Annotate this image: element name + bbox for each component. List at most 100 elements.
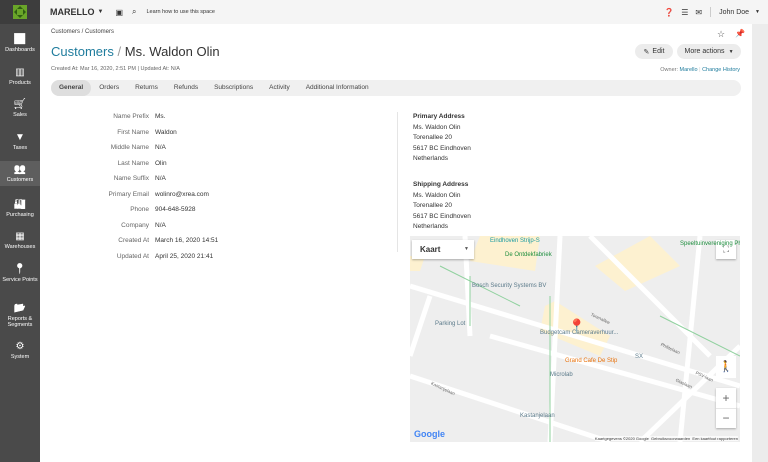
breadcrumb[interactable]: Customers / Customers — [51, 29, 114, 35]
chevron-down-icon: ▼ — [464, 246, 469, 252]
field-label: Phone — [130, 206, 149, 213]
owner-link[interactable]: Marello — [680, 67, 698, 73]
sidebar-item-system[interactable]: ⚙ System — [0, 338, 40, 363]
tab-additional-information[interactable]: Additional Information — [298, 80, 377, 96]
map-label[interactable]: Bosch Security Systems BV — [472, 283, 546, 289]
edit-label: Edit — [652, 48, 665, 55]
map[interactable]: Kaart ▼ ⛶ 🚶 + − 📍 Eindhoven Strijp-S De On… — [410, 236, 740, 442]
map-terms-link[interactable]: Gebruiksvoorwaarden — [651, 436, 690, 441]
change-history-link[interactable]: Change History — [702, 67, 740, 73]
barcode-icon: ▥ — [15, 67, 25, 78]
map-label[interactable]: SX — [635, 354, 643, 360]
title-separator: / — [117, 44, 122, 59]
address-line: Ms. Waldon Olin — [413, 123, 461, 131]
tab-refunds[interactable]: Refunds — [166, 80, 206, 96]
list-icon[interactable]: ☰ — [681, 8, 688, 17]
owner-info: Owner: Marello | Change History — [660, 67, 740, 73]
field-value: Olin — [155, 159, 167, 167]
customers-link[interactable]: Customers — [51, 44, 114, 59]
zoom-out-button[interactable]: − — [716, 408, 736, 428]
field-label: Created At — [118, 237, 149, 244]
field-label: Name Prefix — [113, 113, 149, 120]
field-value: N/A — [155, 144, 166, 151]
field-value: April 25, 2020 21:41 — [155, 252, 214, 260]
address-line: Netherlands — [413, 223, 449, 230]
zoom-controls: + − — [716, 388, 736, 428]
page-title: Customers / Ms. Waldon Olin — [51, 44, 220, 59]
sidebar-item-label: Warehouses — [4, 244, 36, 250]
brand-menu[interactable]: MARELLO — [50, 7, 95, 17]
sidebar-item-label: Dashboards — [5, 47, 35, 53]
folder-icon: 📂 — [13, 303, 27, 314]
address-line: Torenallee 20 — [413, 202, 453, 209]
main-content: Customers / Customers Customers / Ms. Wa… — [40, 24, 752, 462]
address-line: 5617 BC Eindhoven — [413, 212, 471, 220]
address-line: Torenallee 20 — [413, 134, 453, 141]
owner-label: Owner: — [660, 67, 678, 73]
field-label: Company — [121, 221, 149, 229]
top-bar: MARELLO ▼ ▣ ⌕ Learn how to use this spac… — [40, 0, 768, 24]
mail-icon[interactable]: ✉ — [695, 8, 702, 17]
field-label: Last Name — [117, 159, 149, 167]
edit-button[interactable]: ✎ Edit — [635, 44, 673, 59]
map-label[interactable]: Parking Lot — [435, 321, 465, 327]
sidebar-item-dashboards[interactable]: 📊 Dashboards — [0, 31, 40, 56]
tab-orders[interactable]: Orders — [91, 80, 127, 96]
zoom-in-button[interactable]: + — [716, 388, 736, 408]
sidebar-item-label: System — [10, 354, 30, 360]
more-actions-label: More actions — [684, 48, 725, 55]
map-label[interactable]: Microlab — [550, 372, 573, 378]
map-label[interactable]: De Ontdekfabriek — [505, 252, 552, 258]
sidebar-item-reports-segments[interactable]: 📂 Reports & Segments — [0, 300, 40, 331]
map-label[interactable]: Kastanjelaan — [520, 413, 555, 419]
sidebar-item-products[interactable]: ▥ Products — [0, 64, 40, 89]
tab-general[interactable]: General — [51, 80, 92, 96]
map-roads — [410, 236, 740, 442]
map-label[interactable]: Grand Cafe De Stip — [565, 358, 617, 364]
tab-subscriptions[interactable]: Subscriptions — [206, 80, 261, 96]
tab-returns[interactable]: Returns — [127, 80, 166, 96]
marello-logo-icon — [13, 5, 27, 19]
image-icon[interactable]: ▣ — [115, 8, 123, 17]
address-line: 5617 BC Eindhoven — [413, 144, 471, 152]
field-value: March 16, 2020 14:51 — [155, 237, 219, 244]
primary-address: Primary Address Ms. Waldon Olin Torenallee… — [413, 112, 471, 165]
logo[interactable] — [0, 0, 40, 24]
cart-icon: 🛒 — [13, 99, 27, 110]
chevron-down-icon[interactable]: ▼ — [98, 9, 104, 15]
street-view-pegman-icon[interactable]: 🚶 — [716, 356, 736, 378]
star-icon[interactable]: ☆ — [717, 29, 725, 40]
sidebar-item-label: Sales — [13, 112, 27, 118]
field-label: Updated At — [116, 252, 149, 260]
sidebar-item-label: Service Points — [2, 277, 38, 283]
chevron-down-icon[interactable]: ▼ — [755, 9, 760, 15]
help-link[interactable]: Learn how to use this space — [147, 9, 216, 15]
customer-name: Ms. Waldon Olin — [124, 44, 220, 59]
field-label: Primary Email — [108, 190, 149, 198]
tab-bar: General Orders Returns Refunds Subscriptions… — [51, 80, 741, 96]
scrollbar[interactable] — [752, 24, 768, 462]
search-icon[interactable]: ⌕ — [132, 7, 136, 17]
map-label[interactable]: Eindhoven Strijp-S — [490, 238, 540, 244]
field-value: 904-648-5928 — [155, 206, 196, 213]
pin-icon[interactable]: 📌 — [735, 29, 745, 38]
help-icon[interactable]: ❓ — [664, 8, 674, 17]
map-data-credit: Kaartgegevens ©2020 Google — [594, 436, 649, 441]
map-type-select[interactable]: Kaart ▼ — [412, 240, 474, 259]
chevron-down-icon: ▼ — [728, 48, 734, 55]
column-divider — [397, 112, 398, 252]
sidebar-item-label: Taxes — [12, 145, 28, 151]
field-value: wolinro@xrea.com — [155, 190, 209, 198]
user-menu[interactable]: John Doe — [719, 9, 749, 16]
tab-activity[interactable]: Activity — [261, 80, 298, 96]
field-value: Waldon — [155, 128, 177, 136]
map-label[interactable]: Budgetcam Cameraverhuur... — [540, 330, 618, 336]
field-label: First Name — [117, 128, 149, 136]
sidebar-item-label: Products — [9, 80, 31, 86]
map-report-link[interactable]: Een kaartfout rapporteren — [692, 436, 738, 441]
sidebar: 📊 Dashboards ▥ Products 🛒 Sales ▼ Taxes 👥 Custome… — [0, 0, 40, 462]
field-value: N/A — [155, 221, 166, 229]
map-label[interactable]: Speeltuinvereniging Philips — [680, 241, 740, 247]
sidebar-item-service-points[interactable]: 📍 Service Points — [0, 261, 40, 286]
more-actions-button[interactable]: More actions ▼ — [677, 44, 741, 59]
